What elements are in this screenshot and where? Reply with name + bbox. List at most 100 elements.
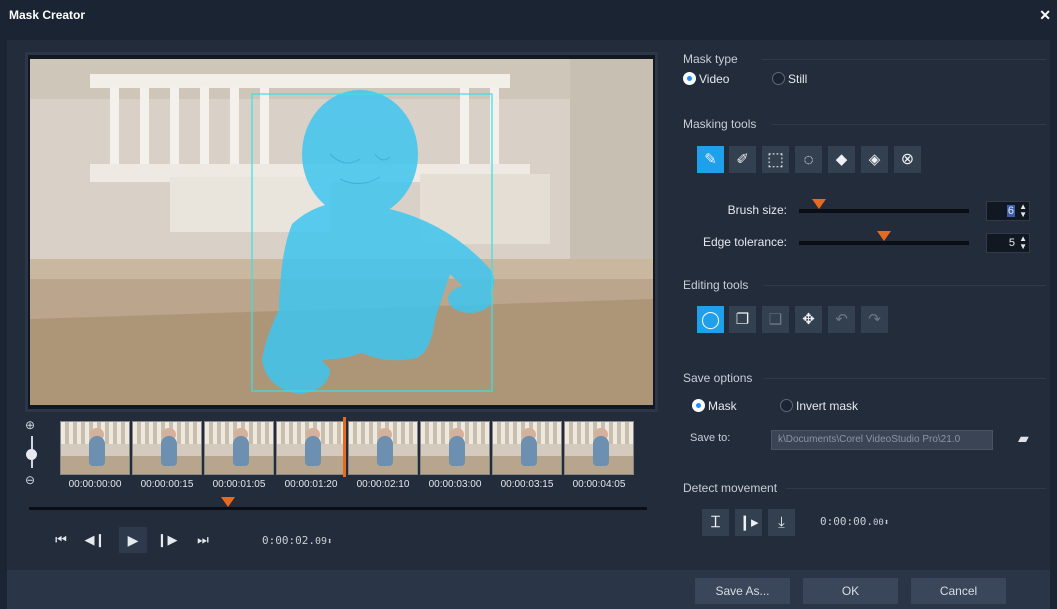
- filmstrip-playhead: [343, 417, 346, 477]
- detect-timecode-main: 0:00:00.: [820, 515, 873, 528]
- title-bar: Mask Creator ✕: [0, 0, 1057, 30]
- filmstrip-frame[interactable]: [276, 421, 346, 475]
- spinner-arrows-icon[interactable]: ▲ ▼: [1019, 203, 1027, 219]
- frame-timecode: 00:00:03:00: [428, 479, 482, 490]
- folder-icon[interactable]: ▰: [1018, 430, 1036, 446]
- dialog-body: ⊕ ⊖ 00:00:00:00 00:00:00:15 00:00:01:05 …: [7, 40, 1050, 570]
- filmstrip-frame[interactable]: [60, 421, 130, 475]
- track-next-icon[interactable]: ❙▸: [735, 509, 762, 536]
- brush-size-value: 6: [1006, 205, 1015, 217]
- radio-label: Still: [788, 72, 808, 86]
- radio-dot: [692, 399, 705, 412]
- move-icon[interactable]: ✥: [795, 306, 822, 333]
- zoom-control: ⊕ ⊖: [21, 418, 43, 488]
- next-frame-icon[interactable]: ❙▶: [153, 527, 181, 553]
- edge-tolerance-track[interactable]: [799, 241, 969, 245]
- current-timecode[interactable]: 0:00:02.09⬍: [262, 531, 352, 551]
- save-to-path-field[interactable]: k\Documents\Corel VideoStudio Pro\21.0: [771, 430, 993, 450]
- lasso-icon[interactable]: ◯: [697, 306, 724, 333]
- group-divider: [764, 285, 1046, 286]
- radio-dot: [683, 72, 696, 85]
- clear-mask-icon[interactable]: ⊗: [894, 146, 921, 173]
- brush-icon[interactable]: ✎: [697, 146, 724, 173]
- frame-timecode: 00:00:04:05: [572, 479, 626, 490]
- timecode-main: 0:00:02.: [262, 534, 315, 547]
- mask-type-video-radio[interactable]: Video: [683, 72, 729, 86]
- frame-timecode: 00:00:01:05: [212, 479, 266, 490]
- masking-tools-group: Masking tools ✎ ✐ ⬚ ◌ ◆ ◈ ⊗ Brush size: …: [674, 110, 1046, 262]
- zoom-out-icon[interactable]: ⊖: [25, 473, 35, 487]
- timecode-frames: 09: [314, 536, 328, 547]
- filmstrip-frame[interactable]: [492, 421, 562, 475]
- zoom-slider-handle[interactable]: [26, 449, 37, 460]
- save-as-button[interactable]: Save As...: [695, 578, 790, 604]
- save-to-label: Save to:: [690, 432, 731, 444]
- filmstrip-frame[interactable]: [348, 421, 418, 475]
- filmstrip-frame[interactable]: [132, 421, 202, 475]
- radio-label: Video: [699, 72, 730, 86]
- mask-type-still-radio[interactable]: Still: [772, 72, 807, 86]
- edge-tolerance-handle[interactable]: [877, 231, 891, 241]
- track-frame-icon[interactable]: ⌶: [702, 509, 729, 536]
- redo-icon[interactable]: ↷: [861, 306, 888, 333]
- brush-size-spinbox[interactable]: 6 ▲ ▼: [986, 201, 1030, 221]
- group-divider: [764, 378, 1046, 379]
- frame-timecode: 00:00:00:15: [140, 479, 194, 490]
- frame-timecode: 00:00:03:15: [500, 479, 554, 490]
- close-icon[interactable]: ✕: [1039, 7, 1051, 24]
- detect-timecode[interactable]: 0:00:00.00⬍: [820, 515, 889, 528]
- filmstrip-frame[interactable]: [204, 421, 274, 475]
- smart-brush-icon[interactable]: ✐: [729, 146, 756, 173]
- previous-frame-icon[interactable]: ◀❙: [81, 527, 109, 553]
- paste-icon[interactable]: ❑: [762, 306, 789, 333]
- mask-type-group: Mask type Video Still: [674, 44, 1046, 102]
- preview-pane: ⊕ ⊖ 00:00:00:00 00:00:00:15 00:00:01:05 …: [7, 40, 667, 570]
- settings-pane: Mask type Video Still Masking tools ✎ ✐ …: [674, 40, 1050, 570]
- masking-tools-title: Masking tools: [683, 117, 757, 131]
- cancel-button[interactable]: Cancel: [911, 578, 1006, 604]
- group-divider: [762, 59, 1046, 60]
- ellipse-select-icon[interactable]: ◌: [795, 146, 822, 173]
- timecode-spinner-icon[interactable]: ⬍: [884, 518, 889, 528]
- radio-label: Invert mask: [796, 399, 859, 413]
- dialog-button-bar: Save As... OK Cancel: [7, 570, 1050, 609]
- save-invert-mask-radio[interactable]: Invert mask: [780, 399, 858, 413]
- save-mask-radio[interactable]: Mask: [692, 399, 737, 413]
- filmstrip-frame[interactable]: [420, 421, 490, 475]
- rectangle-select-icon[interactable]: ⬚: [762, 146, 789, 173]
- frame-timecode: 00:00:01:20: [284, 479, 338, 490]
- frame-timecode: 00:00:02:10: [356, 479, 410, 490]
- scrubber-handle[interactable]: [221, 497, 235, 507]
- detect-movement-title: Detect movement: [683, 481, 778, 495]
- smart-eraser-icon[interactable]: ◈: [861, 146, 888, 173]
- eraser-icon[interactable]: ◆: [828, 146, 855, 173]
- track-to-end-icon[interactable]: ⤓: [768, 509, 795, 536]
- scrubber-track[interactable]: [29, 507, 647, 510]
- brush-size-handle[interactable]: [812, 199, 827, 209]
- go-to-end-icon[interactable]: ⏭: [189, 527, 217, 553]
- brush-size-track[interactable]: [799, 209, 969, 213]
- filmstrip-frame[interactable]: [564, 421, 634, 475]
- ok-button[interactable]: OK: [803, 578, 898, 604]
- save-options-title: Save options: [683, 371, 753, 385]
- video-preview-frame: [25, 52, 658, 412]
- go-to-start-icon[interactable]: ⏮: [47, 527, 75, 553]
- timecode-spinner-icon[interactable]: ⬍: [327, 537, 332, 547]
- radio-label: Mask: [708, 399, 737, 413]
- detect-timecode-frames: 00: [872, 518, 884, 528]
- radio-dot: [780, 399, 793, 412]
- spinner-arrows-icon[interactable]: ▲ ▼: [1019, 235, 1027, 251]
- frame-timecode: 00:00:00:00: [68, 479, 122, 490]
- filmstrip[interactable]: 00:00:00:00 00:00:00:15 00:00:01:05 00:0…: [50, 417, 640, 491]
- undo-icon[interactable]: ↶: [828, 306, 855, 333]
- zoom-in-icon[interactable]: ⊕: [25, 418, 35, 432]
- edge-tolerance-spinbox[interactable]: 5 ▲ ▼: [986, 233, 1030, 253]
- copy-icon[interactable]: ❐: [729, 306, 756, 333]
- detect-movement-group: Detect movement ⌶ ❙▸ ⤓ 0:00:00.00⬍: [674, 469, 1046, 559]
- group-divider: [772, 124, 1046, 125]
- play-icon[interactable]: ▶: [119, 527, 147, 553]
- radio-dot: [772, 72, 785, 85]
- mask-type-title: Mask type: [683, 52, 738, 66]
- video-preview[interactable]: [30, 59, 653, 405]
- group-divider: [786, 488, 1046, 489]
